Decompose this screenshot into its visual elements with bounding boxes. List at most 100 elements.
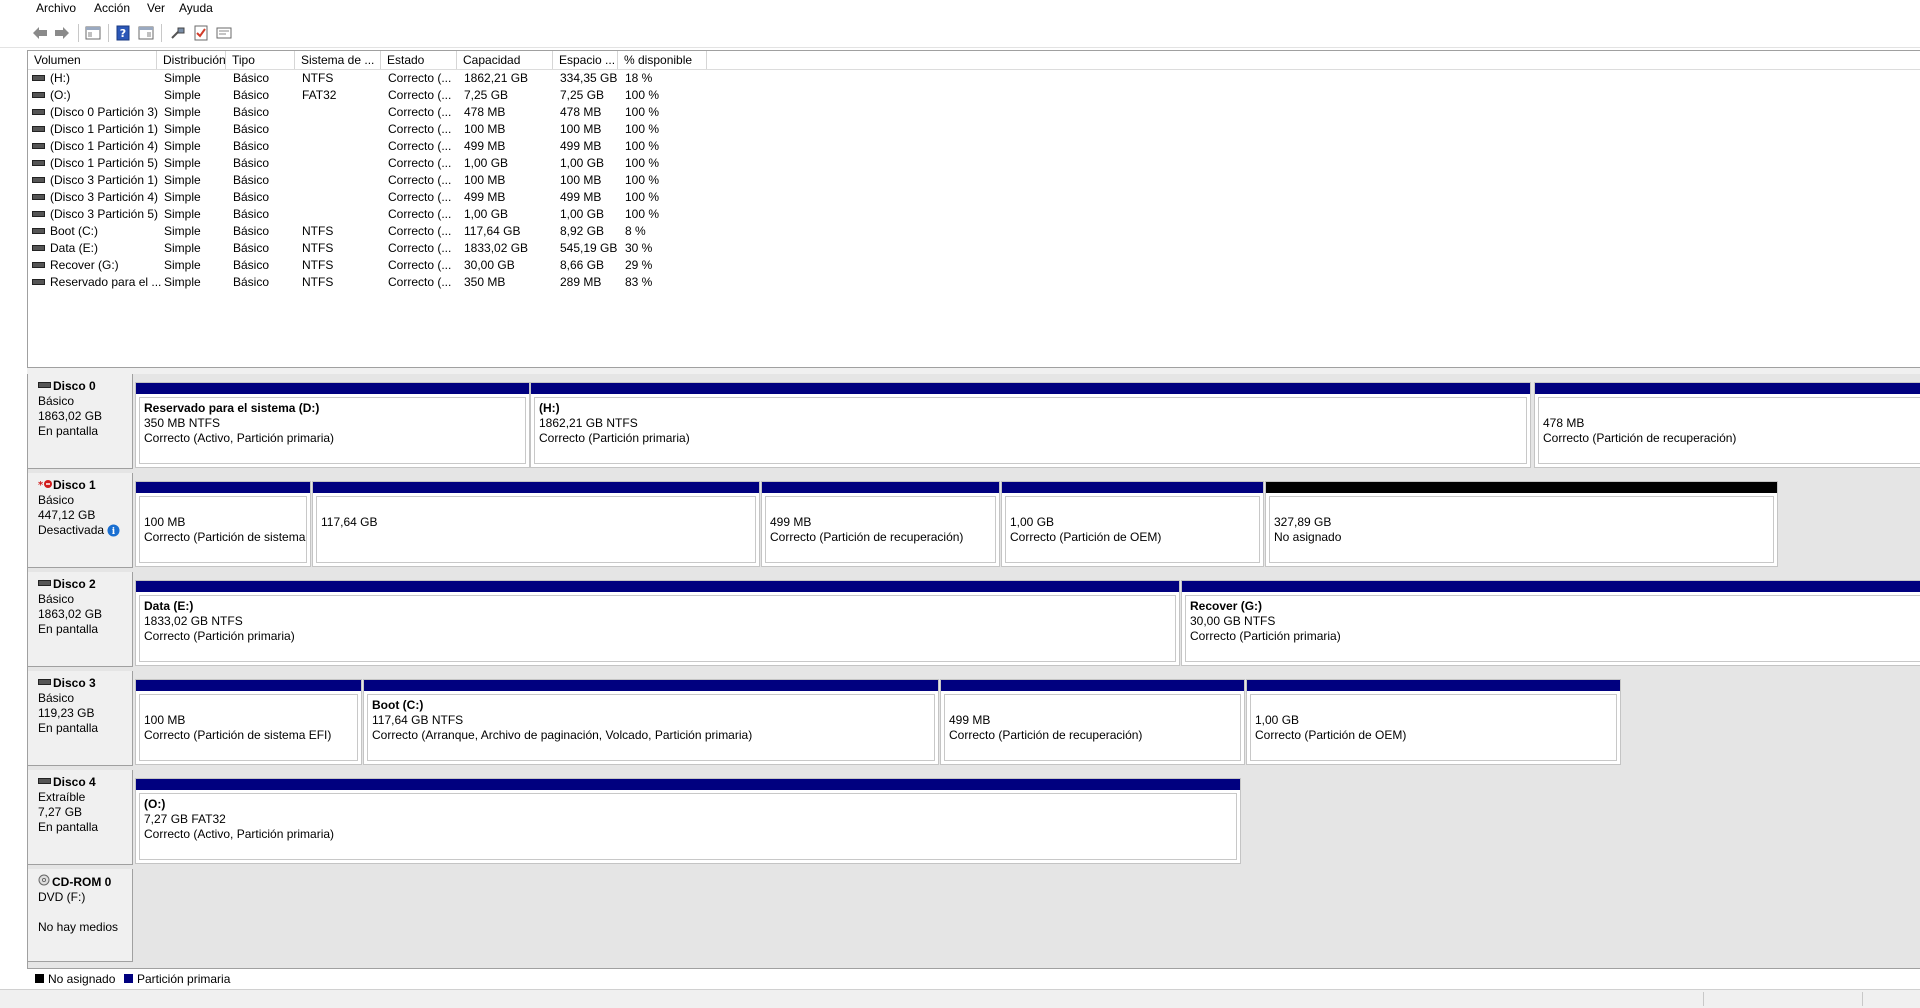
back-arrow-icon[interactable] — [30, 23, 50, 43]
cell-free: 478 MB — [560, 105, 602, 119]
cell-fs: FAT32 — [302, 88, 337, 102]
disk-icon — [38, 777, 51, 784]
table-row[interactable]: Reservado para el ... Simple Básico NTFS Cor… — [28, 274, 928, 291]
column-header-capacidad[interactable]: Capacidad — [457, 51, 553, 69]
partition-block[interactable]: Recover (G:) 30,00 GB NTFS Correcto (Parti… — [1181, 580, 1920, 666]
table-row[interactable]: (Disco 3 Partición 1) Simple Básico Correct… — [28, 172, 928, 189]
partition-line2: Correcto (Partición primaria) — [144, 629, 295, 643]
info-icon[interactable]: i — [104, 523, 120, 537]
disk-state: En pantalla — [38, 820, 132, 835]
volume-icon — [32, 210, 45, 217]
partition-block[interactable]: Boot (C:) 117,64 GB NTFS Correcto (Arranqu… — [363, 679, 939, 765]
disk-label[interactable]: CD-ROM 0 DVD (F:) No hay medios — [28, 869, 133, 962]
table-row[interactable]: (Disco 1 Partición 5) Simple Básico Correct… — [28, 155, 928, 172]
help-icon[interactable]: ? — [113, 23, 133, 43]
disk-label[interactable]: Disco 3 Básico 119,23 GB En pantalla — [28, 671, 133, 766]
table-row[interactable]: (Disco 3 Partición 5) Simple Básico Correct… — [28, 206, 928, 223]
partition-line2: Correcto (Partición primaria) — [539, 431, 690, 445]
disk-type: Básico — [38, 493, 132, 508]
checklist-icon[interactable] — [191, 23, 211, 43]
cell-free: 100 MB — [560, 122, 602, 136]
table-row[interactable]: (Disco 1 Partición 4) Simple Básico Correct… — [28, 138, 928, 155]
disk-title: Disco 3 — [38, 676, 132, 691]
volume-name: (Disco 3 Partición 4) — [50, 190, 159, 204]
partition-block[interactable]: 327,89 GB No asignado — [1265, 481, 1778, 567]
disk-state: No hay medios — [38, 920, 132, 935]
partition-name: Data (E:) — [144, 599, 194, 613]
partition-name — [144, 698, 353, 713]
partition-block[interactable]: 1,00 GB Correcto (Partición de OEM) — [1001, 481, 1264, 567]
partition-block[interactable]: (H:) 1862,21 GB NTFS Correcto (Partición p… — [530, 382, 1531, 468]
disk-icon — [38, 678, 51, 685]
volume-name: Reservado para el ... — [50, 275, 162, 289]
cell-type: Básico — [233, 275, 270, 289]
partition-block[interactable]: Reservado para el sistema (D:) 350 MB NTF… — [135, 382, 530, 468]
connect-icon[interactable] — [168, 23, 188, 43]
menu-ver[interactable]: Ver — [147, 1, 165, 15]
cell-layout: Simple — [164, 105, 201, 119]
cell-name: (Disco 1 Partición 5) — [32, 155, 158, 172]
column-header-estado[interactable]: Estado — [381, 51, 457, 69]
volume-list[interactable]: Volumen Distribución Tipo Sistema de ...… — [27, 50, 1920, 368]
disk-label[interactable]: Disco 2 Básico 1863,02 GB En pantalla — [28, 572, 133, 667]
menu-archivo[interactable]: Archivo — [36, 1, 76, 15]
column-header-porcentaje[interactable]: % disponible — [618, 51, 707, 69]
table-row[interactable]: (O:) Simple Básico FAT32 Correcto (... 7,25 G… — [28, 87, 928, 104]
partition-block[interactable]: 117,64 GB — [312, 481, 760, 567]
partition-block[interactable]: 100 MB Correcto (Partición de sistema EFI… — [135, 679, 362, 765]
partition-block[interactable]: 100 MB Correcto (Partición de sistema — [135, 481, 311, 567]
partition-body: (H:) 1862,21 GB NTFS Correcto (Partición p… — [534, 397, 1527, 464]
cell-pct: 100 % — [625, 173, 660, 187]
cell-capacity: 7,25 GB — [464, 88, 509, 102]
column-header-volumen[interactable]: Volumen — [28, 51, 157, 69]
cell-capacity: 1,00 GB — [464, 156, 509, 170]
table-row[interactable]: Recover (G:) Simple Básico NTFS Correcto (..… — [28, 257, 928, 274]
partition-bar — [1535, 383, 1920, 394]
partition-bar — [1266, 482, 1777, 493]
partition-block[interactable]: 478 MB Correcto (Partición de recuperació… — [1534, 382, 1920, 468]
table-row[interactable]: Boot (C:) Simple Básico NTFS Correcto (... 11… — [28, 223, 928, 240]
partition-block[interactable]: (O:) 7,27 GB FAT32 Correcto (Activo, Parti… — [135, 778, 1241, 864]
partition-block[interactable]: 1,00 GB Correcto (Partición de OEM) — [1246, 679, 1621, 765]
disk-size: 447,12 GB — [38, 508, 132, 523]
column-header-sistema[interactable]: Sistema de ... — [295, 51, 381, 69]
partition-block[interactable]: 499 MB Correcto (Partición de recuperació… — [761, 481, 1000, 567]
cell-type: Básico — [233, 258, 270, 272]
partition-body: 100 MB Correcto (Partición de sistema EFI… — [139, 694, 358, 761]
partition-block[interactable]: Data (E:) 1833,02 GB NTFS Correcto (Partic… — [135, 580, 1180, 666]
cell-free: 8,66 GB — [560, 258, 605, 272]
column-header-distribucion[interactable]: Distribución — [157, 51, 226, 69]
partition-block[interactable]: 499 MB Correcto (Partición de recuperació… — [940, 679, 1245, 765]
properties-icon[interactable] — [136, 23, 156, 43]
table-row[interactable]: Data (E:) Simple Básico NTFS Correcto (... 18… — [28, 240, 928, 257]
table-row[interactable]: (Disco 1 Partición 1) Simple Básico Correct… — [28, 121, 928, 138]
menu-ayuda[interactable]: Ayuda — [179, 1, 213, 15]
disk-label[interactable]: Disco 4 Extraíble 7,27 GB En pantalla — [28, 770, 133, 865]
disk-size: 1863,02 GB — [38, 607, 132, 622]
disk-state-text: En pantalla — [38, 424, 99, 438]
disk-label[interactable]: Disco 0 Básico 1863,02 GB En pantalla — [28, 374, 133, 469]
menu-accion[interactable]: Acción — [94, 1, 130, 15]
cell-name: (Disco 3 Partición 1) — [32, 172, 158, 189]
cell-status: Correcto (... — [388, 139, 452, 153]
offline-disk-icon: * — [38, 478, 52, 492]
partition-name — [1010, 500, 1255, 515]
forward-arrow-icon[interactable] — [52, 23, 72, 43]
disk-label[interactable]: * Disco 1 Básico 447,12 GB Desactivada i — [28, 473, 133, 568]
view-icon[interactable] — [214, 23, 234, 43]
table-row[interactable]: (H:) Simple Básico NTFS Correcto (... 1862,21… — [28, 70, 928, 87]
column-header-espacio[interactable]: Espacio ... — [553, 51, 618, 69]
partition-name — [144, 500, 302, 515]
cell-type: Básico — [233, 105, 270, 119]
legend-swatch-unallocated — [35, 974, 44, 983]
disk-row: Disco 0 Básico 1863,02 GB En pantalla Reserv… — [28, 374, 1920, 471]
column-header-tipo[interactable]: Tipo — [226, 51, 295, 69]
partition-line1: 117,64 GB NTFS — [372, 713, 464, 727]
cell-fs: NTFS — [302, 224, 334, 238]
console-tree-icon[interactable] — [83, 23, 103, 43]
cell-fs: NTFS — [302, 71, 334, 85]
table-row[interactable]: (Disco 0 Partición 3) Simple Básico Correct… — [28, 104, 928, 121]
cell-status: Correcto (... — [388, 71, 452, 85]
table-row[interactable]: (Disco 3 Partición 4) Simple Básico Correct… — [28, 189, 928, 206]
partition-body: 478 MB Correcto (Partición de recuperació… — [1538, 397, 1920, 464]
